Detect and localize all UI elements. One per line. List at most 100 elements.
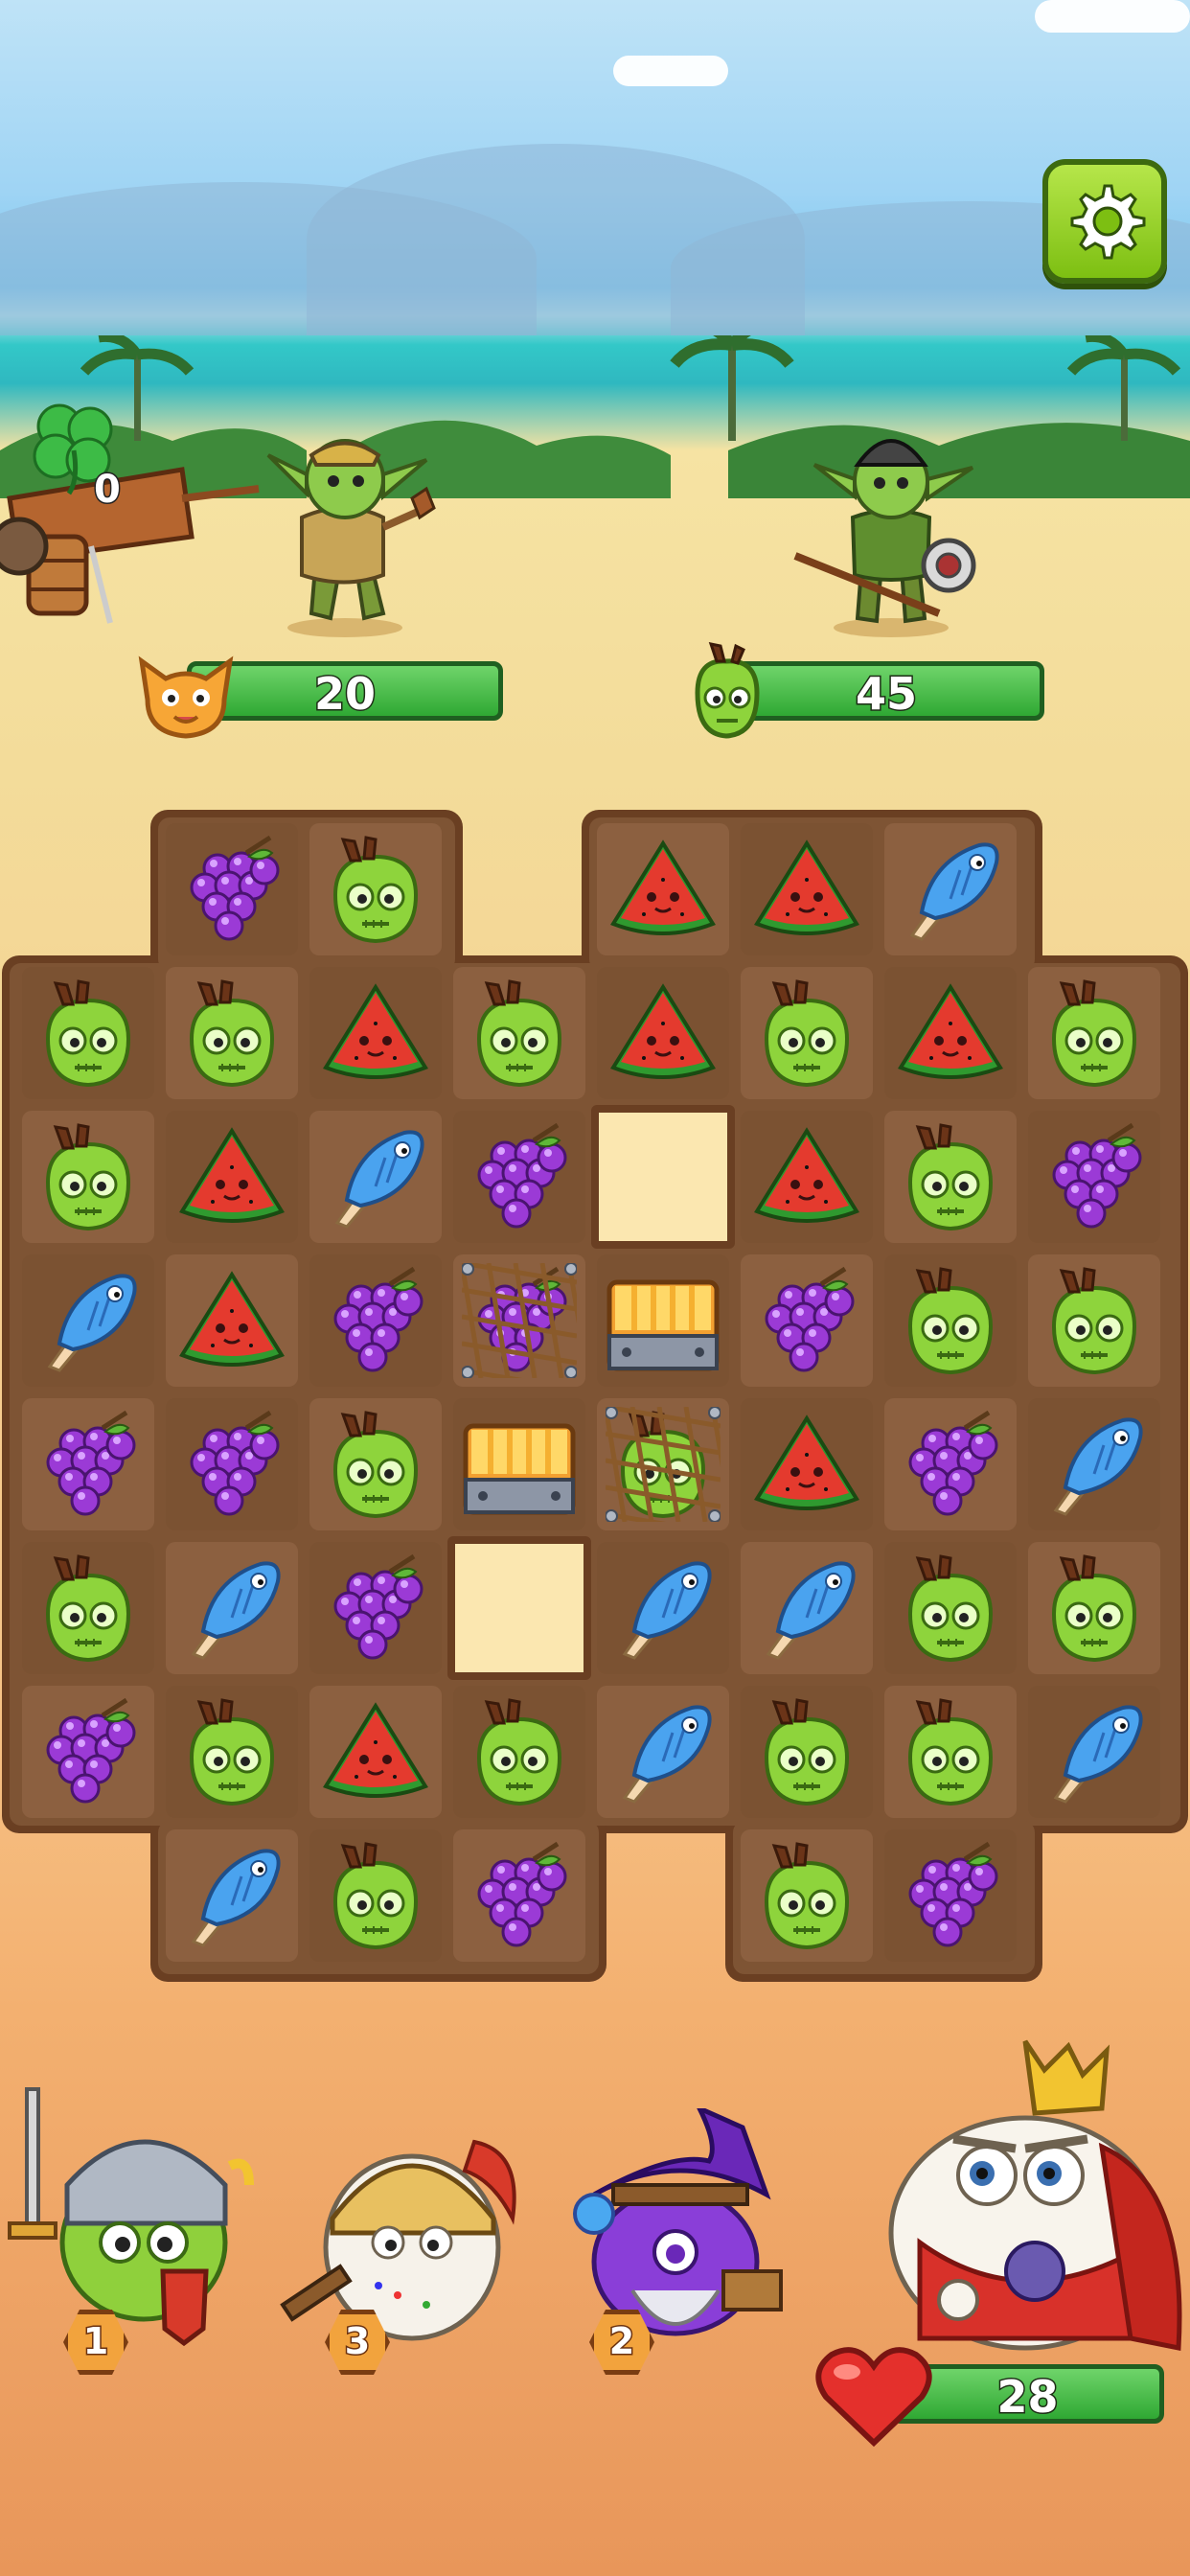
board-cell[interactable] <box>1022 1105 1166 1249</box>
board-cell[interactable] <box>304 961 447 1105</box>
board-cell[interactable] <box>591 1392 735 1536</box>
board-cell[interactable] <box>591 961 735 1105</box>
board-cell[interactable] <box>304 817 447 961</box>
king-hero[interactable] <box>862 2032 1190 2358</box>
grape-piece <box>477 1122 567 1229</box>
board-cell[interactable] <box>160 1824 304 1967</box>
board-cell[interactable] <box>304 1824 447 1967</box>
board-cell[interactable] <box>591 1680 735 1824</box>
board-cell[interactable] <box>160 1392 304 1536</box>
lime-piece <box>1051 1554 1137 1663</box>
knight-hero[interactable] <box>0 2080 259 2348</box>
board-cell[interactable] <box>16 1536 160 1680</box>
board-cell[interactable] <box>1022 1680 1166 1824</box>
board-cell[interactable] <box>160 1105 304 1249</box>
board-cell[interactable] <box>304 1249 447 1392</box>
board-cell[interactable] <box>1022 961 1166 1105</box>
board-cell[interactable] <box>591 1536 735 1680</box>
board-cell[interactable] <box>16 1680 160 1824</box>
watermelon-piece <box>610 983 716 1079</box>
lime-piece <box>332 836 419 944</box>
board-cell[interactable] <box>16 1249 160 1392</box>
board-cell[interactable] <box>447 1824 591 1967</box>
board-cell[interactable] <box>879 1824 1022 1967</box>
fish-piece <box>766 1561 856 1660</box>
lime-piece <box>764 979 850 1088</box>
lime-piece <box>1051 979 1137 1088</box>
fish-piece <box>47 1274 137 1372</box>
board-cell[interactable] <box>160 1680 304 1824</box>
fish-piece <box>191 1561 281 1660</box>
watermelon-piece <box>754 840 859 935</box>
board-cell[interactable] <box>447 1105 591 1249</box>
board-cell[interactable] <box>16 961 160 1105</box>
lime-piece <box>189 979 275 1088</box>
lime-piece <box>907 1698 994 1806</box>
board-cell[interactable] <box>735 1249 879 1392</box>
board-cell[interactable] <box>447 1392 591 1536</box>
board-cell[interactable] <box>591 817 735 961</box>
lime-piece <box>1051 1267 1137 1375</box>
board-cell[interactable] <box>735 1680 879 1824</box>
board-cell[interactable] <box>879 1536 1022 1680</box>
lives-count: 28 <box>995 2370 1060 2425</box>
fish-piece <box>1053 1417 1143 1516</box>
watermelon-piece <box>754 1414 859 1510</box>
board-cell[interactable] <box>1022 1536 1166 1680</box>
board-cell[interactable] <box>735 1105 879 1249</box>
board-cell[interactable] <box>304 1536 447 1680</box>
board-cell[interactable] <box>160 817 304 961</box>
fish-piece <box>334 1130 424 1229</box>
grape-piece <box>190 835 280 941</box>
board-cell[interactable] <box>735 1536 879 1680</box>
board-cell[interactable] <box>304 1392 447 1536</box>
board-cell[interactable] <box>735 1392 879 1536</box>
board-cell[interactable] <box>591 1249 735 1392</box>
grape-piece <box>46 1697 136 1804</box>
watermelon-piece <box>179 1127 285 1223</box>
board-cell[interactable] <box>16 1105 160 1249</box>
wizard-hero[interactable] <box>556 2108 795 2348</box>
lime-piece <box>45 979 131 1088</box>
fish-piece <box>1053 1705 1143 1804</box>
lime-piece <box>45 1123 131 1231</box>
board-cell[interactable] <box>879 1680 1022 1824</box>
board-cell[interactable] <box>879 1105 1022 1249</box>
board-cell[interactable] <box>160 1536 304 1680</box>
board-cell[interactable] <box>160 961 304 1105</box>
board-cell[interactable] <box>879 1392 1022 1536</box>
board-cell[interactable] <box>160 1249 304 1392</box>
netted-lime-piece <box>606 1407 721 1522</box>
board-cell[interactable] <box>879 817 1022 961</box>
fish-piece <box>622 1705 712 1804</box>
lime-piece <box>907 1554 994 1663</box>
board-cell[interactable] <box>447 1680 591 1824</box>
board-cell[interactable] <box>16 1392 160 1536</box>
board-cell[interactable] <box>447 1536 591 1680</box>
board-cell[interactable] <box>304 1680 447 1824</box>
board-cell[interactable] <box>879 961 1022 1105</box>
watermelon-piece <box>323 983 428 1079</box>
board-cell[interactable] <box>735 961 879 1105</box>
game-scene: 0 20 45 1 3 2 28 <box>0 0 1190 2576</box>
treasure-chest-blocker <box>606 1279 720 1371</box>
fish-piece <box>191 1849 281 1947</box>
fish-piece <box>622 1561 712 1660</box>
board-cell[interactable] <box>304 1105 447 1249</box>
watermelon-piece <box>179 1271 285 1367</box>
board-cell[interactable] <box>735 817 879 961</box>
warrior-egg-hero[interactable] <box>273 2113 532 2348</box>
lime-piece <box>189 1698 275 1806</box>
cell-tile <box>447 1536 591 1680</box>
grape-piece <box>908 1841 998 1947</box>
watermelon-piece <box>323 1702 428 1798</box>
board-cell[interactable] <box>591 1105 735 1249</box>
lime-piece <box>332 1411 419 1519</box>
board-cell[interactable] <box>735 1824 879 1967</box>
board-cell[interactable] <box>1022 1392 1166 1536</box>
board-cell[interactable] <box>447 1249 591 1392</box>
board-cell[interactable] <box>447 961 591 1105</box>
board-cell[interactable] <box>879 1249 1022 1392</box>
lime-piece <box>907 1123 994 1231</box>
board-cell[interactable] <box>1022 1249 1166 1392</box>
